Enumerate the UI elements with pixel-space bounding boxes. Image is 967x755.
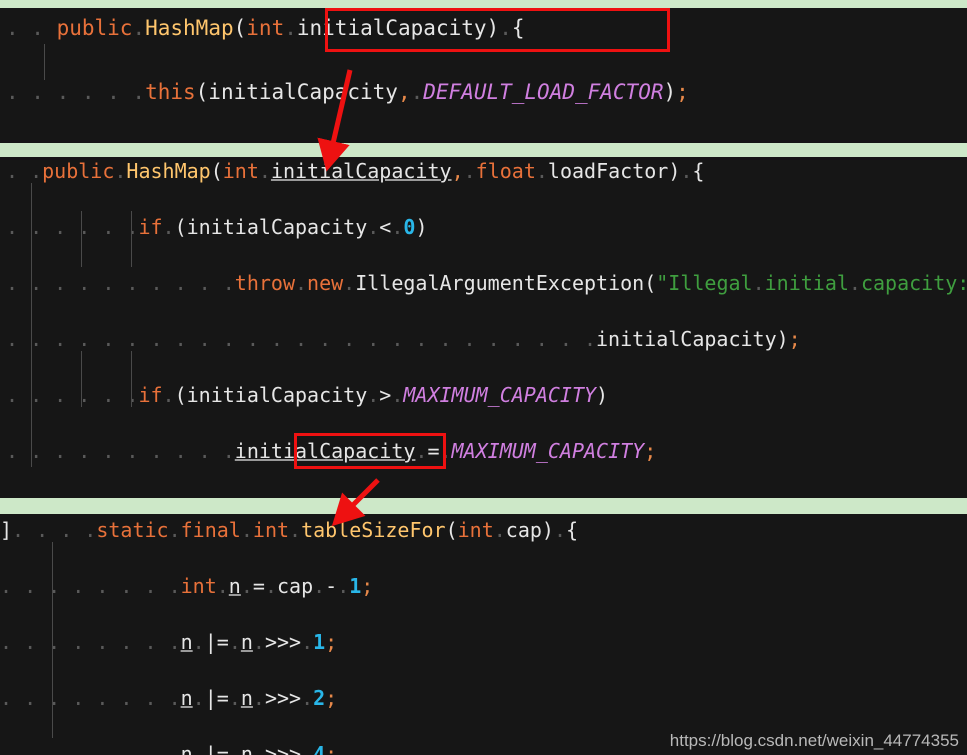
code-line: . . public.HashMap(int.initialCapacity).… [6, 16, 525, 40]
code-line: . .public.HashMap(int.initialCapacity,.f… [6, 159, 705, 183]
code-line: . . . . . . . . . .initialCapacity.=.MAX… [6, 439, 657, 463]
code-line: . . . . . . . . . . . . . . . . . . . . … [6, 327, 801, 351]
screenshot-root: . . public.HashMap(int.initialCapacity).… [0, 0, 967, 755]
code-line: . . . . . .if.(initialCapacity.>.MAXIMUM… [6, 383, 609, 407]
indent-guide [81, 211, 82, 267]
indent-guide [81, 351, 82, 407]
indent-guide [52, 542, 53, 738]
indent-guide [131, 211, 132, 267]
code-line: . . . . . . . .n.|=.n.>>>.2; [0, 686, 338, 710]
code-line: . . . . . .if.(initialCapacity.<.0) [6, 215, 428, 239]
code-line: ]. . . .static.final.int.tableSizeFor(in… [0, 518, 579, 542]
code-line: . . . . . .this(initialCapacity,.DEFAULT… [6, 80, 689, 104]
code-line: . . . . . . . .n.|=.n.>>>.1; [0, 630, 338, 654]
indent-guide [31, 183, 32, 467]
code-block-table-size-for-method: ]. . . .static.final.int.tableSizeFor(in… [0, 514, 967, 755]
indent-guide [131, 351, 132, 407]
code-line: . . . . . . . . . .throw.new.IllegalArgu… [6, 271, 967, 295]
code-line: . . . . . . . .int.n.=.cap.-.1; [0, 574, 374, 598]
code-line: . . . . . .if.(loadFactor.<=.0.||.Float.… [0, 493, 967, 498]
indent-guide [44, 44, 45, 80]
code-line: . .} [0, 142, 967, 143]
watermark: https://blog.csdn.net/weixin_44774355 [669, 731, 959, 750]
code-block-hashmap-single-arg-constructor: . . public.HashMap(int.initialCapacity).… [0, 8, 967, 143]
code-block-hashmap-two-arg-constructor: . .public.HashMap(int.initialCapacity,.f… [0, 157, 967, 498]
